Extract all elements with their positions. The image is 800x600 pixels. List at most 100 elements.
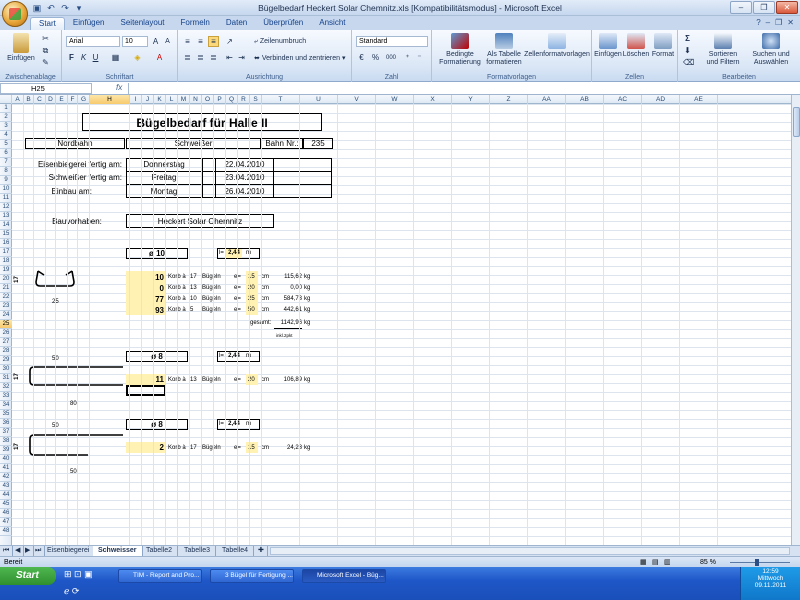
column-header-ae[interactable]: AE	[680, 95, 718, 104]
row-header-32[interactable]: 32	[0, 383, 12, 392]
row-header-15[interactable]: 15	[0, 230, 12, 239]
row-header-1[interactable]: 1	[0, 104, 12, 113]
row-header-4[interactable]: 4	[0, 131, 12, 140]
column-header-w[interactable]: W	[376, 95, 414, 104]
paste-button[interactable]: Einfügen	[6, 33, 36, 63]
orientation-icon[interactable]: ↗	[224, 36, 235, 47]
row-header-47[interactable]: 47	[0, 518, 12, 527]
row-header-48[interactable]: 48	[0, 527, 12, 536]
tab-einfuegen[interactable]: Einfügen	[65, 17, 113, 30]
autosum-button[interactable]: Σ	[682, 33, 693, 44]
row-header-33[interactable]: 33	[0, 392, 12, 401]
zoom-slider-thumb[interactable]	[755, 559, 759, 566]
row-header-19[interactable]: 19	[0, 266, 12, 275]
merge-center-button[interactable]: ⬌ Verbinden und zentrieren ▾	[254, 54, 346, 62]
thousands-button[interactable]: 000	[383, 52, 399, 63]
format-as-table-button[interactable]: Als Tabelle formatieren	[484, 33, 524, 67]
tab-start[interactable]: Start	[30, 17, 65, 30]
column-header-c[interactable]: C	[34, 95, 46, 104]
taskbar-item-buegel[interactable]: 3 Bügel für Fertigung ...	[210, 569, 294, 583]
align-top-icon[interactable]: ≡	[182, 36, 193, 47]
bold-button[interactable]: F	[66, 52, 77, 63]
horizontal-scrollbar[interactable]	[270, 547, 790, 555]
font-name-select[interactable]: Arial	[66, 36, 120, 47]
conditional-formatting-button[interactable]: Bedingte Formatierung	[436, 33, 484, 67]
column-header-u[interactable]: U	[300, 95, 338, 104]
help-icon[interactable]: ?	[756, 18, 760, 27]
row-header-46[interactable]: 46	[0, 509, 12, 518]
row-header-23[interactable]: 23	[0, 302, 12, 311]
row-header-22[interactable]: 22	[0, 293, 12, 302]
insert-sheet-icon[interactable]: ✚	[255, 546, 268, 556]
row-header-35[interactable]: 35	[0, 410, 12, 419]
sheet-tab-tabelle3[interactable]: Tabelle3	[179, 546, 217, 556]
quicklaunch-ie-icon[interactable]: ℯ ⟳	[64, 587, 79, 596]
row-header-17[interactable]: 17	[0, 248, 12, 257]
row-header-31[interactable]: 31	[0, 374, 12, 383]
row-header-9[interactable]: 9	[0, 176, 12, 185]
column-header-h[interactable]: H	[90, 95, 130, 104]
align-left-icon[interactable]: ≣	[182, 52, 193, 63]
column-header-q[interactable]: Q	[226, 95, 238, 104]
font-color-icon[interactable]: A	[154, 52, 165, 63]
column-header-m[interactable]: M	[178, 95, 190, 104]
cells-area[interactable]: Bügelbedarf für Halle II Nordbahn Schwei…	[12, 104, 791, 545]
grow-font-icon[interactable]: A	[150, 36, 161, 47]
row-header-21[interactable]: 21	[0, 284, 12, 293]
close-workbook-icon[interactable]: ✕	[787, 18, 794, 27]
zoom-level[interactable]: 85 %	[700, 558, 716, 567]
row-header-10[interactable]: 10	[0, 185, 12, 194]
column-header-x[interactable]: X	[414, 95, 452, 104]
taskbar-item-excel[interactable]: Microsoft Excel - Büg...	[302, 569, 386, 583]
decrease-indent-icon[interactable]: ⇤	[224, 52, 235, 63]
align-center-icon[interactable]: ≣	[195, 52, 206, 63]
clear-icon[interactable]: ⌫	[682, 57, 694, 68]
column-header-f[interactable]: F	[68, 95, 78, 104]
qty-cell[interactable]: 2	[126, 443, 164, 452]
sheet-tab-tabelle2[interactable]: Tabelle2	[141, 546, 179, 556]
font-size-select[interactable]: 10	[122, 36, 148, 47]
percent-button[interactable]: %	[370, 52, 381, 63]
delete-cells-button[interactable]: Löschen	[622, 33, 650, 59]
row-header-45[interactable]: 45	[0, 500, 12, 509]
qty-cell[interactable]: 11	[126, 375, 164, 384]
row-header-34[interactable]: 34	[0, 401, 12, 410]
view-normal-icon[interactable]: ▦	[640, 558, 647, 567]
italic-button[interactable]: K	[78, 52, 89, 63]
column-header-ac[interactable]: AC	[604, 95, 642, 104]
column-header-e[interactable]: E	[56, 95, 68, 104]
row-header-3[interactable]: 3	[0, 122, 12, 131]
shrink-font-icon[interactable]: A	[162, 36, 173, 47]
view-layout-icon[interactable]: ▤	[652, 558, 659, 567]
row-header-43[interactable]: 43	[0, 482, 12, 491]
name-box[interactable]: H25	[0, 83, 92, 94]
row-header-36[interactable]: 36	[0, 419, 12, 428]
tab-ansicht[interactable]: Ansicht	[311, 17, 353, 30]
formula-input[interactable]	[128, 83, 790, 94]
fill-icon[interactable]: ⬇	[682, 45, 693, 56]
cell-styles-button[interactable]: Zellenformatvorlagen	[524, 33, 590, 59]
column-header-l[interactable]: L	[166, 95, 178, 104]
row-header-38[interactable]: 38	[0, 437, 12, 446]
sheet-tab-eisenbiegerei[interactable]: Eisenbiegerei	[42, 546, 96, 556]
office-button[interactable]	[2, 1, 28, 27]
restore-workbook-icon[interactable]: ❐	[775, 18, 782, 27]
row-header-13[interactable]: 13	[0, 212, 12, 221]
column-header-d[interactable]: D	[46, 95, 56, 104]
column-header-k[interactable]: K	[154, 95, 166, 104]
column-header-o[interactable]: O	[202, 95, 214, 104]
row-header-24[interactable]: 24	[0, 311, 12, 320]
decrease-decimal-icon[interactable]: ⁻	[414, 52, 425, 63]
column-header-n[interactable]: N	[190, 95, 202, 104]
find-select-button[interactable]: Suchen und Auswählen	[746, 33, 796, 67]
increase-decimal-icon[interactable]: ⁺	[402, 52, 413, 63]
active-cell[interactable]	[126, 385, 166, 396]
row-header-41[interactable]: 41	[0, 464, 12, 473]
column-header-s[interactable]: S	[250, 95, 262, 104]
restore-button[interactable]: ❐	[753, 1, 775, 14]
row-header-37[interactable]: 37	[0, 428, 12, 437]
underline-button[interactable]: U	[90, 52, 101, 63]
format-cells-button[interactable]: Format	[650, 33, 676, 59]
cut-icon[interactable]: ✂	[40, 33, 51, 44]
column-header-g[interactable]: G	[78, 95, 90, 104]
